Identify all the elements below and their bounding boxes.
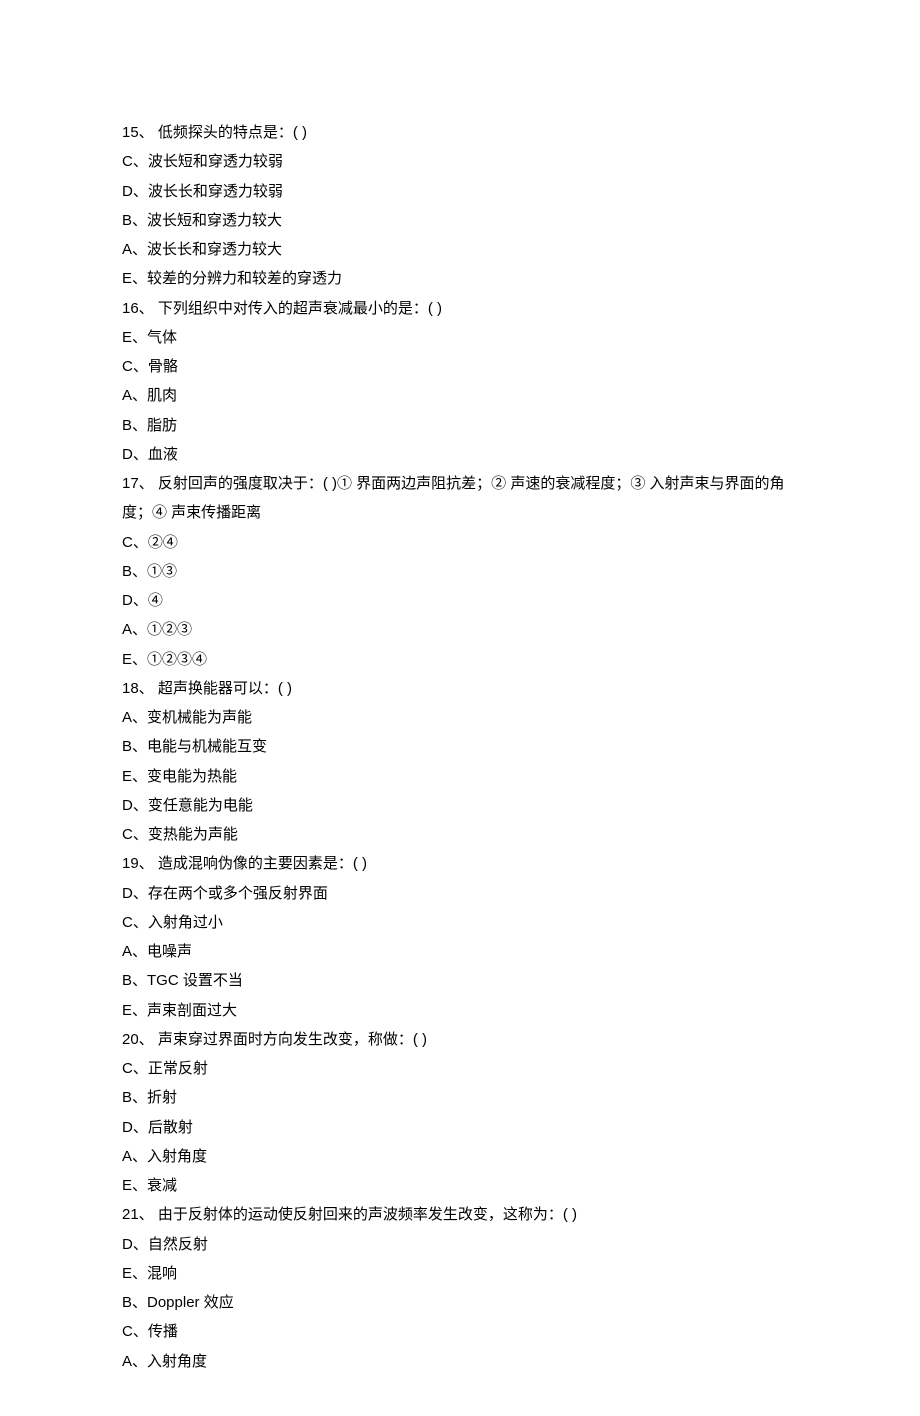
question-number: 17、	[122, 475, 154, 492]
question-block: 18、 超声换能器可以：( )	[122, 674, 798, 703]
option-line: E、①②③④	[122, 645, 798, 674]
option-line: C、正常反射	[122, 1054, 798, 1083]
option-line: A、肌肉	[122, 381, 798, 410]
option-line: E、混响	[122, 1259, 798, 1288]
question-number: 19、	[122, 855, 154, 872]
option-line: D、波长长和穿透力较弱	[122, 177, 798, 206]
option-line: B、Doppler 效应	[122, 1288, 798, 1317]
option-line: B、电能与机械能互变	[122, 732, 798, 761]
option-line: C、变热能为声能	[122, 820, 798, 849]
question-stem: 反射回声的强度取决于：( )① 界面两边声阻抗差；② 声速的衰减程度；③ 入射声…	[122, 475, 785, 521]
document-page: 15、 低频探头的特点是：( ) C、波长短和穿透力较弱 D、波长长和穿透力较弱…	[0, 0, 920, 1416]
question-block: 20、 声束穿过界面时方向发生改变，称做：( )	[122, 1025, 798, 1054]
question-number: 18、	[122, 680, 154, 697]
option-line: C、骨骼	[122, 352, 798, 381]
option-line: B、折射	[122, 1083, 798, 1112]
question-stem: 超声换能器可以：( )	[158, 680, 292, 697]
option-line: B、波长短和穿透力较大	[122, 206, 798, 235]
option-line: D、变任意能为电能	[122, 791, 798, 820]
question-stem: 声束穿过界面时方向发生改变，称做：( )	[158, 1031, 427, 1048]
question-block: 16、 下列组织中对传入的超声衰减最小的是：( )	[122, 294, 798, 323]
option-line: C、入射角过小	[122, 908, 798, 937]
option-line: A、变机械能为声能	[122, 703, 798, 732]
question-number: 16、	[122, 300, 154, 317]
option-line: A、波长长和穿透力较大	[122, 235, 798, 264]
question-stem: 下列组织中对传入的超声衰减最小的是：( )	[158, 300, 442, 317]
option-line: E、变电能为热能	[122, 762, 798, 791]
question-stem: 造成混响伪像的主要因素是：( )	[158, 855, 367, 872]
option-line: C、②④	[122, 528, 798, 557]
option-line: C、波长短和穿透力较弱	[122, 147, 798, 176]
question-number: 20、	[122, 1031, 154, 1048]
option-line: A、①②③	[122, 615, 798, 644]
option-line: A、入射角度	[122, 1347, 798, 1376]
option-line: D、存在两个或多个强反射界面	[122, 879, 798, 908]
option-line: B、脂肪	[122, 411, 798, 440]
option-line: B、TGC 设置不当	[122, 966, 798, 995]
option-line: D、自然反射	[122, 1230, 798, 1259]
option-line: B、①③	[122, 557, 798, 586]
option-line: C、传播	[122, 1317, 798, 1346]
question-block: 19、 造成混响伪像的主要因素是：( )	[122, 849, 798, 878]
option-line: E、气体	[122, 323, 798, 352]
question-stem: 由于反射体的运动使反射回来的声波频率发生改变，这称为：( )	[158, 1206, 577, 1223]
option-line: D、④	[122, 586, 798, 615]
question-number: 15、	[122, 124, 154, 141]
question-number: 21、	[122, 1206, 154, 1223]
option-line: A、入射角度	[122, 1142, 798, 1171]
question-stem: 低频探头的特点是：( )	[158, 124, 307, 141]
question-block: 17、 反射回声的强度取决于：( )① 界面两边声阻抗差；② 声速的衰减程度；③…	[122, 469, 798, 528]
question-block: 21、 由于反射体的运动使反射回来的声波频率发生改变，这称为：( )	[122, 1200, 798, 1229]
option-line: A、电噪声	[122, 937, 798, 966]
option-line: E、衰减	[122, 1171, 798, 1200]
question-block: 15、 低频探头的特点是：( )	[122, 118, 798, 147]
option-line: E、声束剖面过大	[122, 996, 798, 1025]
option-line: D、后散射	[122, 1113, 798, 1142]
option-line: D、血液	[122, 440, 798, 469]
option-line: E、较差的分辨力和较差的穿透力	[122, 264, 798, 293]
